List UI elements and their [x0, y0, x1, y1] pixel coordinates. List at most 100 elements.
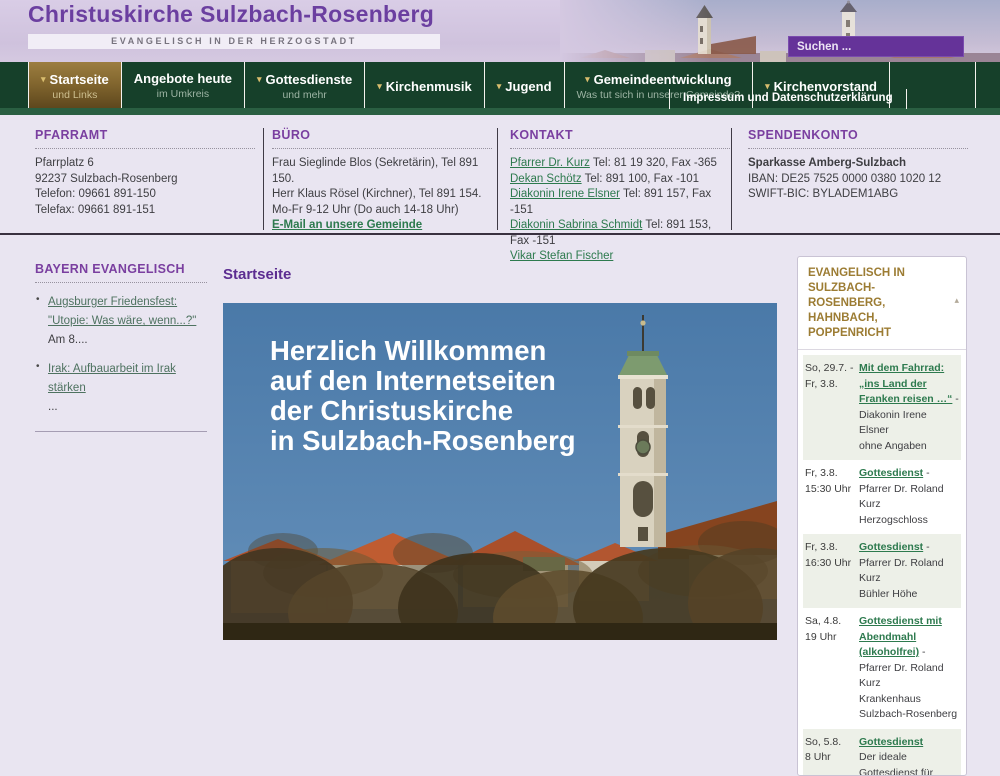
event-detail-line: Krankenhaus Sulzbach-Rosenberg: [859, 692, 959, 723]
contact-info-section: PFARRAMT Pfarrplatz 6 92237 Sulzbach-Ros…: [0, 115, 1000, 233]
news-link[interactable]: Irak: Aufbauarbeit im Irak stärken: [48, 363, 176, 394]
news-note: ...: [48, 400, 207, 415]
event-date: Fr, 3.8.: [805, 540, 855, 556]
nav-item-label: ▾Jugend: [497, 78, 552, 95]
nav-item-label: ▾Gottesdienste: [257, 71, 352, 88]
site-title: Christuskirche Sulzbach-Rosenberg: [28, 1, 434, 28]
info-text: Telefax: 09661 891-151: [35, 204, 155, 216]
event-detail-line: Herzogschloss: [859, 513, 959, 529]
event-date: Fr, 3.8.: [805, 377, 855, 393]
event-row: So, 5.8.8 Uhr Gottesdienst Der ideale Go…: [803, 729, 961, 776]
info-line: Mo-Fr 9-12 Uhr (Do auch 14-18 Uhr): [272, 203, 492, 219]
left-sidebar-title: BAYERN EVANGELISCH: [35, 262, 207, 276]
info-link[interactable]: Diakonin Sabrina Schmidt: [510, 219, 642, 231]
nav-bottom-strip: [0, 108, 1000, 115]
news-list: Augsburger Friedensfest: "Utopie: Was wä…: [35, 292, 207, 415]
info-text: Tel: 891 100, Fax -101: [582, 173, 699, 185]
event-link[interactable]: Gottesdienst mit Abendmahl (alkoholfrei): [859, 615, 942, 658]
chevron-down-icon: ▾: [497, 81, 502, 91]
info-line: Vikar Stefan Fischer: [510, 249, 730, 265]
news-item: Augsburger Friedensfest: "Utopie: Was wä…: [35, 292, 207, 348]
search-input[interactable]: [788, 36, 964, 57]
section-divider: [0, 233, 1000, 235]
column-separator: [263, 128, 264, 230]
nav-item[interactable]: ▾Angebote heute im Umkreis: [122, 62, 245, 108]
nav-item[interactable]: ▾Gottesdienste und mehr: [245, 62, 365, 108]
dotted-divider: [35, 282, 207, 283]
info-text: Frau Sieglinde Blos (Sekretärin), Tel 89…: [272, 157, 478, 185]
svg-text:auf den Internetseiten: auf den Internetseiten: [270, 365, 556, 396]
info-link[interactable]: Dekan Schötz: [510, 173, 582, 185]
site-subtitle: EVANGELISCH IN DER HERZOGSTADT: [28, 34, 440, 49]
event-date: 19 Uhr: [805, 630, 855, 646]
chevron-down-icon: ▾: [257, 74, 262, 84]
info-column: KONTAKT Pfarrer Dr. Kurz Tel: 81 19 320,…: [510, 128, 730, 265]
dotted-divider: [35, 148, 255, 149]
info-line: 92237 Sulzbach-Rosenberg: [35, 172, 255, 188]
svg-text:in Sulzbach-Rosenberg: in Sulzbach-Rosenberg: [270, 425, 576, 456]
info-column: BÜRO Frau Sieglinde Blos (Sekretärin), T…: [272, 128, 492, 234]
info-line: Diakonin Irene Elsner Tel: 891 157, Fax …: [510, 187, 730, 218]
news-link[interactable]: Augsburger Friedensfest: "Utopie: Was wä…: [48, 296, 196, 327]
event-dates: So, 29.7. -Fr, 3.8.: [805, 361, 855, 454]
event-link[interactable]: Gottesdienst: [859, 467, 923, 479]
nav-item[interactable]: ▾Startseite und Links: [29, 62, 122, 108]
event-link[interactable]: Gottesdienst: [859, 541, 923, 553]
dotted-divider: [510, 148, 730, 149]
info-link[interactable]: Diakonin Irene Elsner: [510, 188, 620, 200]
info-link[interactable]: Pfarrer Dr. Kurz: [510, 157, 590, 169]
event-body: Gottesdienst Der ideale Gottesdienst für…: [855, 735, 959, 776]
event-row: So, 29.7. -Fr, 3.8. Mit dem Fahrrad: „in…: [803, 355, 961, 460]
event-date: Sa, 4.8.: [805, 614, 855, 630]
nav-item-impressum[interactable]: Impressum und Datenschutzerklärung: [669, 89, 907, 109]
event-link[interactable]: Mit dem Fahrrad: „ins Land der Franken r…: [859, 362, 952, 405]
info-text: Herr Klaus Rösel (Kirchner), Tel 891 154…: [272, 188, 481, 200]
info-text: Tel: 81 19 320, Fax -365: [590, 157, 717, 169]
event-detail-line: ohne Angaben: [859, 439, 959, 455]
info-line: Pfarrer Dr. Kurz Tel: 81 19 320, Fax -36…: [510, 156, 730, 172]
main-nav: ▾Startseite und Links ▾Angebote heute im…: [0, 62, 1000, 115]
column-separator: [497, 128, 498, 230]
info-line: Pfarrplatz 6: [35, 156, 255, 172]
nav-item-label: ▾Angebote heute: [134, 71, 232, 87]
info-text: 92237 Sulzbach-Rosenberg: [35, 173, 178, 185]
event-dates: Fr, 3.8.16:30 Uhr: [805, 540, 855, 602]
info-text: Mo-Fr 9-12 Uhr (Do auch 14-18 Uhr): [272, 204, 459, 216]
nav-item[interactable]: ▾Kirchenmusik: [365, 62, 485, 108]
info-line: E-Mail an unsere Gemeinde: [272, 218, 492, 234]
event-row: Fr, 3.8.15:30 Uhr Gottesdienst - Pfarrer…: [803, 460, 961, 534]
event-body: Gottesdienst - Pfarrer Dr. Roland Kurz B…: [855, 540, 959, 602]
nav-item-sublabel: im Umkreis: [134, 88, 232, 101]
event-date: So, 29.7. -: [805, 361, 855, 377]
info-text: SWIFT-BIC: BYLADEM1ABG: [748, 188, 898, 200]
hero-image: Herzlich Willkommen auf den Internetseit…: [223, 303, 777, 640]
page: Christuskirche Sulzbach-Rosenberg EVANGE…: [0, 0, 1000, 750]
info-column-title: KONTAKT: [510, 128, 730, 142]
events-panel-title: EVANGELISCH IN SULZBACH-ROSENBERG, HAHNB…: [808, 266, 946, 341]
left-sidebar: BAYERN EVANGELISCH Augsburger Friedensfe…: [35, 262, 207, 432]
hero-text: Herzlich Willkommen auf den Internetseit…: [270, 335, 576, 456]
dotted-divider: [272, 148, 492, 149]
info-line: Frau Sieglinde Blos (Sekretärin), Tel 89…: [272, 156, 492, 187]
svg-text:der Christuskirche: der Christuskirche: [270, 395, 513, 426]
event-date: 8 Uhr: [805, 750, 855, 766]
info-line: Telefon: 09661 891-150: [35, 187, 255, 203]
info-column: SPENDENKONTO Sparkasse Amberg-Sulzbach I…: [748, 128, 968, 203]
chevron-down-icon: ▾: [41, 74, 46, 84]
collapse-arrow-icon[interactable]: ▴: [954, 295, 959, 306]
event-row: Fr, 3.8.16:30 Uhr Gottesdienst - Pfarrer…: [803, 534, 961, 608]
chevron-down-icon: ▾: [377, 81, 382, 91]
nav-item[interactable]: ▾Jugend: [485, 62, 565, 108]
info-link[interactable]: E-Mail an unsere Gemeinde: [272, 219, 422, 231]
event-link[interactable]: Gottesdienst: [859, 736, 923, 748]
column-separator: [731, 128, 732, 230]
info-line: Dekan Schötz Tel: 891 100, Fax -101: [510, 172, 730, 188]
news-note: Am 8....: [48, 333, 207, 348]
info-text: Telefon: 09661 891-150: [35, 188, 156, 200]
event-date: 16:30 Uhr: [805, 556, 855, 572]
info-line: Herr Klaus Rösel (Kirchner), Tel 891 154…: [272, 187, 492, 203]
event-dates: Sa, 4.8.19 Uhr: [805, 614, 855, 723]
page-title: Startseite: [223, 266, 291, 283]
info-link[interactable]: Vikar Stefan Fischer: [510, 250, 613, 262]
nav-item-label: ▾Kirchenmusik: [377, 78, 472, 95]
